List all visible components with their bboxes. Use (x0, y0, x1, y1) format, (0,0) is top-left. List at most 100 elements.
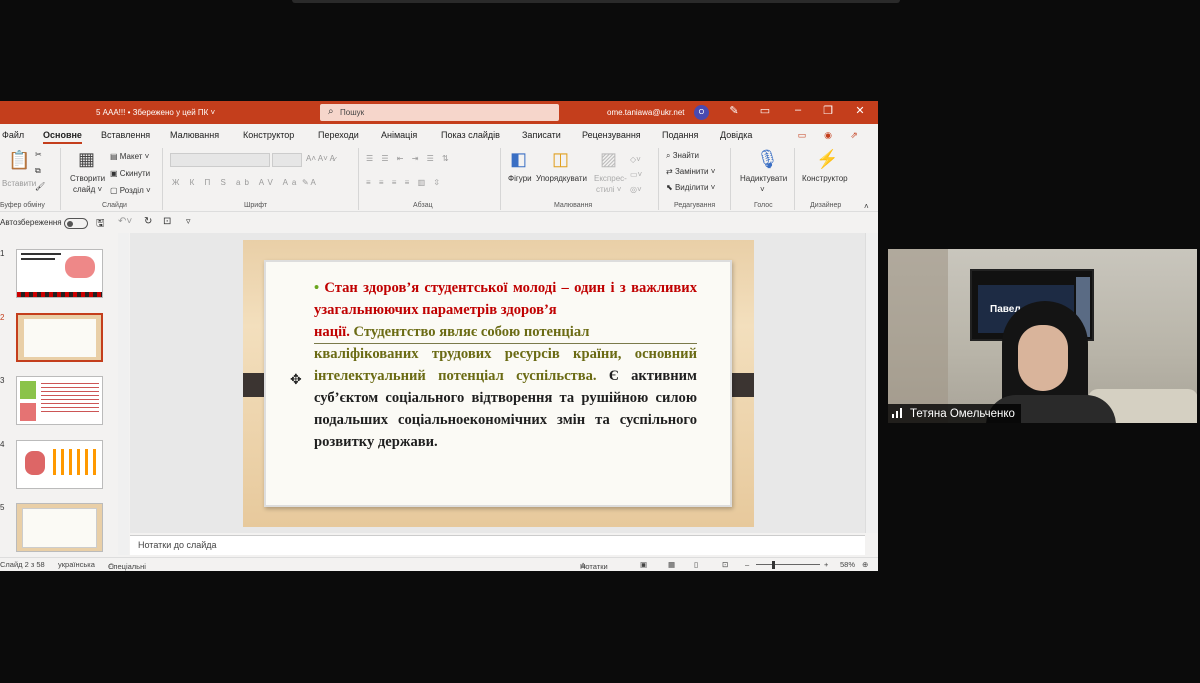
list-icons[interactable]: ☰ ☰ ⇤ ⇥ ☰ ⇅ (366, 154, 452, 163)
font-grow-icon[interactable]: A˄ A˅ A̷ (306, 154, 335, 163)
quick-styles-label-2[interactable]: стилі ˅ (596, 185, 621, 194)
tab-animations[interactable]: Анімація (381, 130, 417, 140)
zoom-out-icon[interactable]: – (745, 560, 749, 569)
undo-icon[interactable]: ↶˅ (118, 216, 132, 227)
customize-qat-icon[interactable]: ▿ (186, 216, 191, 227)
format-painter-icon[interactable]: 🖌 (35, 182, 45, 191)
zoom-level[interactable]: 58% (840, 560, 855, 569)
tab-design[interactable]: Конструктор (243, 130, 294, 140)
collapse-ribbon-icon[interactable]: ˄ (864, 202, 869, 211)
slide-thumbnail-4[interactable] (16, 440, 103, 489)
participant-video[interactable]: Павел Тетяна Омельченко (888, 249, 1197, 423)
pen-icon[interactable]: ✎ (726, 104, 742, 117)
tab-slideshow[interactable]: Показ слайдів (441, 130, 500, 140)
thumb-image (20, 381, 36, 399)
comments-icon[interactable]: ▭ (794, 130, 810, 144)
minimize-icon[interactable]: – (790, 104, 806, 116)
find-label: Знайти (672, 151, 700, 160)
fit-slide-icon[interactable]: ⊕ (862, 560, 868, 569)
autosave-toggle[interactable] (64, 218, 88, 229)
paste-icon[interactable]: 📋 (8, 150, 30, 171)
normal-view-icon[interactable]: ▣ (640, 560, 647, 569)
select-label: Виділити ˅ (674, 183, 716, 192)
new-slide-label-2[interactable]: слайд ˅ (73, 185, 102, 194)
zoom-slider[interactable] (756, 564, 820, 565)
share-icon[interactable]: ⇗ (846, 130, 862, 144)
copy-icon[interactable]: ⧉ (35, 166, 41, 176)
document-title[interactable]: 5 ААА!!! • Збережено у цей ПК ˅ (96, 108, 215, 117)
section-button[interactable]: ▢ Розділ ˅ (110, 186, 151, 195)
align-icons[interactable]: ≡ ≡ ≡ ≡ ▥ ⇳ (366, 178, 443, 187)
account-email[interactable]: ome.taniawa@ukr.net (607, 108, 685, 117)
search-icon: ⌕ (328, 106, 334, 117)
layout-button[interactable]: ▤ Макет ˅ (110, 152, 149, 161)
close-icon[interactable]: ✕ (852, 104, 868, 117)
tab-help[interactable]: Довідка (720, 130, 752, 140)
font-size-select[interactable] (272, 153, 302, 167)
microphone-icon[interactable]: 🎙 (756, 149, 779, 170)
designer-icon[interactable]: ⚡ (816, 149, 838, 170)
reset-button[interactable]: ▣ Скинути (110, 169, 150, 178)
section-icon: ▢ (110, 186, 120, 195)
dictate-label[interactable]: Надиктувати (740, 174, 787, 183)
quick-styles-label-1[interactable]: Експрес- (594, 174, 627, 183)
slide-paper: • Стан здоров’я студентської молоді – од… (264, 260, 732, 507)
thumb-image (65, 256, 95, 278)
slide-scrollbar[interactable] (865, 233, 878, 533)
quick-styles-icon[interactable]: ▨ (600, 149, 617, 170)
shape-format-icons[interactable]: ◇˅ ▭˅ ◎˅ (630, 152, 642, 197)
redo-icon[interactable]: ↻ (144, 216, 152, 227)
font-family-select[interactable] (170, 153, 270, 167)
slide-thumbnail-5[interactable] (16, 503, 103, 552)
replace-button[interactable]: ⇄ Замінити ˅ (666, 167, 715, 176)
ribbon-divider (730, 148, 731, 210)
reading-view-icon[interactable]: ▯ (694, 560, 698, 569)
zoom-in-icon[interactable]: + (824, 560, 828, 569)
shapes-label[interactable]: Фігури (508, 174, 532, 183)
present-icon[interactable]: ⊡ (163, 216, 171, 227)
thumb-ornament (17, 292, 102, 297)
select-button[interactable]: ⬉ Виділити ˅ (666, 183, 715, 192)
slide-body-text[interactable]: • Стан здоров’я студентської молоді – од… (314, 278, 697, 453)
dictate-dropdown-icon[interactable]: ˅ (760, 185, 765, 194)
save-icon[interactable]: 🖫 (96, 216, 105, 233)
paste-label[interactable]: Вставити (2, 179, 36, 188)
arrange-label[interactable]: Упорядкувати (536, 174, 587, 183)
autosave-label: Автозбереження (0, 218, 62, 227)
tab-transitions[interactable]: Переходи (318, 130, 359, 140)
search-box[interactable]: ⌕ Пошук (320, 104, 559, 121)
thumbnail-scrollbar[interactable] (118, 233, 129, 555)
slide-thumbnail-2[interactable] (16, 313, 103, 362)
tab-record[interactable]: Записати (522, 130, 561, 140)
tab-draw[interactable]: Малювання (170, 130, 219, 140)
font-format-icons[interactable]: Ж К П S ab AV Aa (172, 178, 300, 187)
designer-label[interactable]: Конструктор (802, 174, 848, 183)
slide-sorter-icon[interactable]: ▦ (668, 560, 675, 569)
arrange-icon[interactable]: ◫ (552, 149, 569, 170)
tab-review[interactable]: Рецензування (582, 130, 641, 140)
shapes-icon[interactable]: ◧ (510, 149, 527, 170)
find-button[interactable]: ⌕ Знайти (666, 151, 699, 161)
slide-thumbnail-1[interactable] (16, 249, 103, 298)
tab-view[interactable]: Подання (662, 130, 698, 140)
zoom-slider-thumb[interactable] (772, 561, 775, 569)
notes-pane[interactable]: Нотатки до слайда (130, 535, 865, 555)
tab-insert[interactable]: Вставлення (101, 130, 150, 140)
record-icon[interactable]: ◉ (820, 130, 836, 144)
slideshow-icon[interactable]: ⊡ (722, 560, 728, 569)
avatar[interactable]: O (694, 105, 709, 120)
replace-label: Замінити ˅ (674, 167, 716, 176)
reset-label: Скинути (119, 169, 151, 178)
language-indicator[interactable]: українська (58, 560, 95, 569)
cut-icon[interactable]: ✂ (35, 150, 42, 159)
restore-icon[interactable]: ❐ (820, 104, 836, 117)
current-slide[interactable]: • Стан здоров’я студентської молоді – од… (243, 240, 754, 527)
tab-file[interactable]: Файл (2, 130, 24, 140)
new-slide-icon[interactable]: ▦ (78, 149, 95, 170)
ribbon-display-icon[interactable]: ▭ (757, 104, 773, 117)
tab-home[interactable]: Основне (43, 130, 82, 144)
new-slide-label-1[interactable]: Створити (70, 174, 105, 183)
slide-thumbnail-3[interactable] (16, 376, 103, 425)
group-paragraph-label: Абзац (413, 202, 433, 209)
highlight-icon[interactable]: ✎ A (302, 178, 316, 187)
